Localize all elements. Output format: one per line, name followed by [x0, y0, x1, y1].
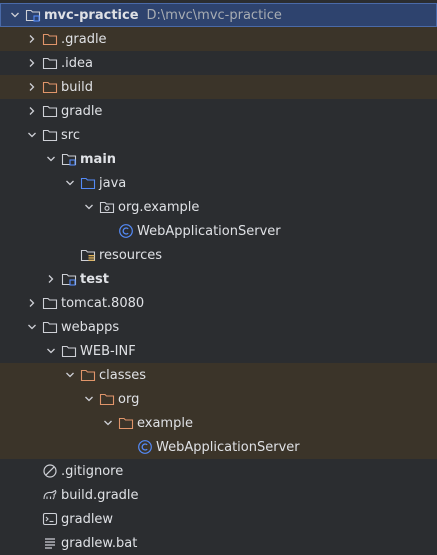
tree-item-label: org.example: [118, 199, 200, 215]
folder-excluded-icon: [118, 415, 134, 431]
tree-row-org[interactable]: org: [0, 387, 437, 411]
tree-item-label: gradle: [61, 103, 103, 119]
chevron-right-icon[interactable]: [43, 271, 59, 287]
project-path: D:\mvc\mvc-practice: [146, 7, 282, 23]
terminal-file-icon: [42, 511, 58, 527]
module-folder-icon: [61, 151, 77, 167]
tree-item-label: build.gradle: [61, 487, 139, 503]
chevron-down-icon[interactable]: [43, 343, 59, 359]
chevron-down-icon[interactable]: [81, 391, 97, 407]
tree-row-gradle[interactable]: gradle: [0, 99, 437, 123]
tree-row-tomcat[interactable]: tomcat.8080: [0, 291, 437, 315]
tree-item-label: gradlew.bat: [61, 535, 138, 551]
folder-excluded-icon: [80, 367, 96, 383]
tree-row-dot-gradle[interactable]: .gradle: [0, 27, 437, 51]
tree-row-src[interactable]: src: [0, 123, 437, 147]
tree-row-gitignore[interactable]: .gitignore: [0, 459, 437, 483]
tree-row-org-example[interactable]: org.example: [0, 195, 437, 219]
tree-item-label: classes: [99, 367, 147, 383]
tree-item-label: main: [80, 151, 117, 167]
chevron-down-icon[interactable]: [62, 367, 78, 383]
module-folder-icon: [61, 271, 77, 287]
tree-item-label: src: [61, 127, 80, 143]
chevron-right-icon[interactable]: [24, 295, 40, 311]
folder-icon: [42, 295, 58, 311]
chevron-down-icon[interactable]: [24, 319, 40, 335]
tree-item-label: .idea: [61, 55, 93, 71]
tree-item-label: resources: [99, 247, 163, 263]
folder-icon: [42, 319, 58, 335]
module-folder-icon: [25, 7, 41, 23]
folder-icon: [61, 343, 77, 359]
resources-folder-icon: [80, 247, 96, 263]
folder-excluded-icon: [99, 391, 115, 407]
tree-item-label: .gradle: [61, 31, 107, 47]
chevron-down-icon[interactable]: [43, 151, 59, 167]
tree-item-label: gradlew: [61, 511, 114, 527]
tree-row-classes[interactable]: classes: [0, 363, 437, 387]
chevron-right-icon[interactable]: [24, 79, 40, 95]
tree-item-label: test: [80, 271, 109, 287]
tree-row-web-application-server[interactable]: WebApplicationServer: [0, 219, 437, 243]
tree-row-example[interactable]: example: [0, 411, 437, 435]
class-icon: [118, 223, 134, 239]
tree-item-label: build: [61, 79, 93, 95]
tree-item-label: tomcat.8080: [61, 295, 145, 311]
tree-row-web-inf[interactable]: WEB-INF: [0, 339, 437, 363]
tree-row-webapps[interactable]: webapps: [0, 315, 437, 339]
tree-item-label: WEB-INF: [80, 343, 136, 359]
chevron-down-icon[interactable]: [81, 199, 97, 215]
folder-excluded-icon: [42, 31, 58, 47]
chevron-down-icon[interactable]: [62, 175, 78, 191]
tree-item-label: example: [137, 415, 193, 431]
folder-excluded-icon: [42, 79, 58, 95]
tree-row-java[interactable]: java: [0, 171, 437, 195]
tree-item-label: webapps: [61, 319, 120, 335]
folder-icon: [42, 55, 58, 71]
tree-row-idea[interactable]: .idea: [0, 51, 437, 75]
tree-row-resources[interactable]: resources: [0, 243, 437, 267]
chevron-down-icon[interactable]: [100, 415, 116, 431]
source-folder-icon: [80, 175, 96, 191]
folder-icon: [42, 103, 58, 119]
chevron-right-icon[interactable]: [24, 31, 40, 47]
tree-row-root[interactable]: mvc-practice D:\mvc\mvc-practice: [0, 3, 437, 27]
gitignore-icon: [42, 463, 58, 479]
tree-row-gradlew[interactable]: gradlew: [0, 507, 437, 531]
tree-row-build-gradle[interactable]: build.gradle: [0, 483, 437, 507]
tree-row-main[interactable]: main: [0, 147, 437, 171]
tree-item-label: org: [118, 391, 140, 407]
tree-item-label: WebApplicationServer: [156, 439, 300, 455]
tree-row-test[interactable]: test: [0, 267, 437, 291]
class-icon: [137, 439, 153, 455]
chevron-down-icon[interactable]: [24, 127, 40, 143]
tree-item-label: mvc-practice: [44, 7, 139, 23]
chevron-down-icon[interactable]: [7, 7, 23, 23]
tree-row-build[interactable]: build: [0, 75, 437, 99]
project-tree: mvc-practice D:\mvc\mvc-practice .gradle…: [0, 0, 437, 555]
tree-item-label: java: [99, 175, 127, 191]
text-file-icon: [42, 535, 58, 551]
chevron-right-icon[interactable]: [24, 55, 40, 71]
gradle-icon: [42, 487, 58, 503]
chevron-right-icon[interactable]: [24, 103, 40, 119]
tree-item-label: .gitignore: [61, 463, 124, 479]
tree-row-web-application-server-class[interactable]: WebApplicationServer: [0, 435, 437, 459]
tree-row-gradlew-bat[interactable]: gradlew.bat: [0, 531, 437, 555]
package-icon: [99, 199, 115, 215]
tree-item-label: WebApplicationServer: [137, 223, 281, 239]
folder-icon: [42, 127, 58, 143]
